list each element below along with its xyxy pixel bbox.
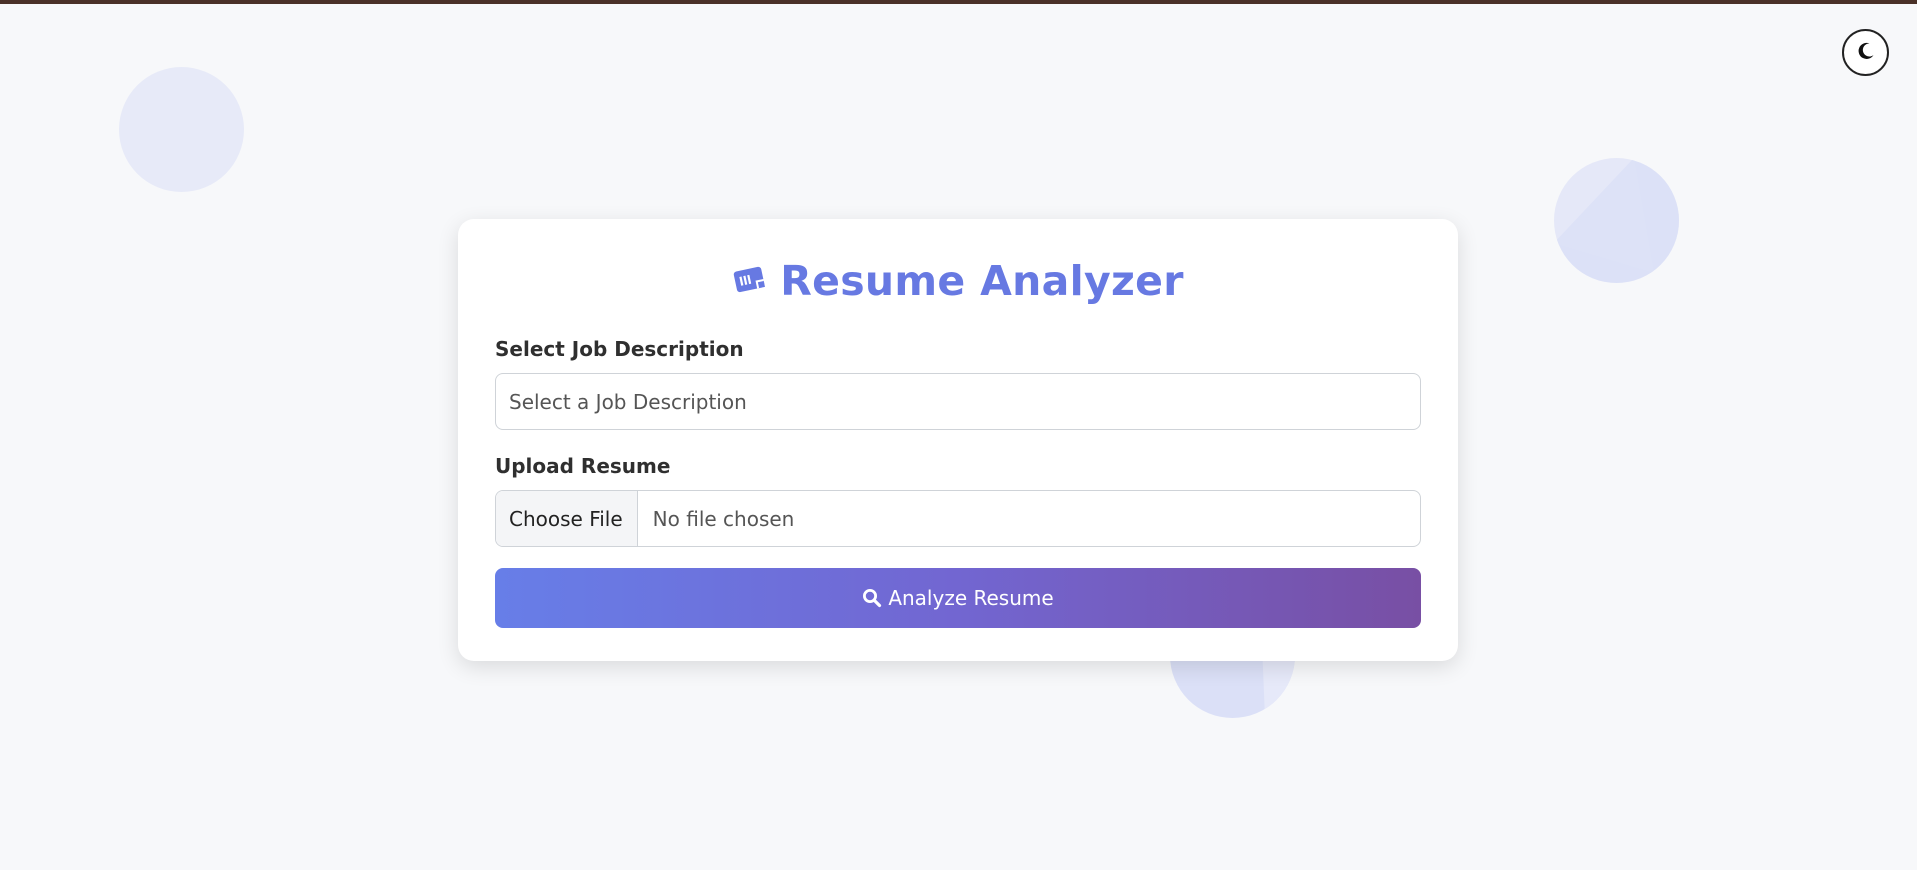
search-icon <box>862 588 882 608</box>
theme-toggle-button[interactable] <box>1842 29 1889 76</box>
job-description-label: Select Job Description <box>495 337 744 361</box>
page-title: Resume Analyzer <box>780 257 1184 305</box>
analyze-button-label: Analyze Resume <box>888 586 1054 610</box>
choose-file-button[interactable]: Choose File <box>496 491 638 546</box>
analyzer-card: Resume Analyzer Select Job Description S… <box>458 219 1458 661</box>
decorative-circle <box>1554 158 1679 283</box>
upload-resume-label: Upload Resume <box>495 454 671 478</box>
job-description-select[interactable]: Select a Job Description <box>495 373 1421 430</box>
file-status-text: No file chosen <box>652 506 795 531</box>
top-accent-bar <box>0 0 1917 4</box>
resume-file-icon <box>732 264 766 298</box>
analyze-resume-button[interactable]: Analyze Resume <box>495 568 1421 628</box>
header: Resume Analyzer <box>495 257 1421 305</box>
moon-icon <box>1856 41 1876 65</box>
resume-file-input[interactable]: Choose File No file chosen <box>495 490 1421 547</box>
job-description-placeholder: Select a Job Description <box>509 389 747 414</box>
decorative-circle <box>119 67 244 192</box>
